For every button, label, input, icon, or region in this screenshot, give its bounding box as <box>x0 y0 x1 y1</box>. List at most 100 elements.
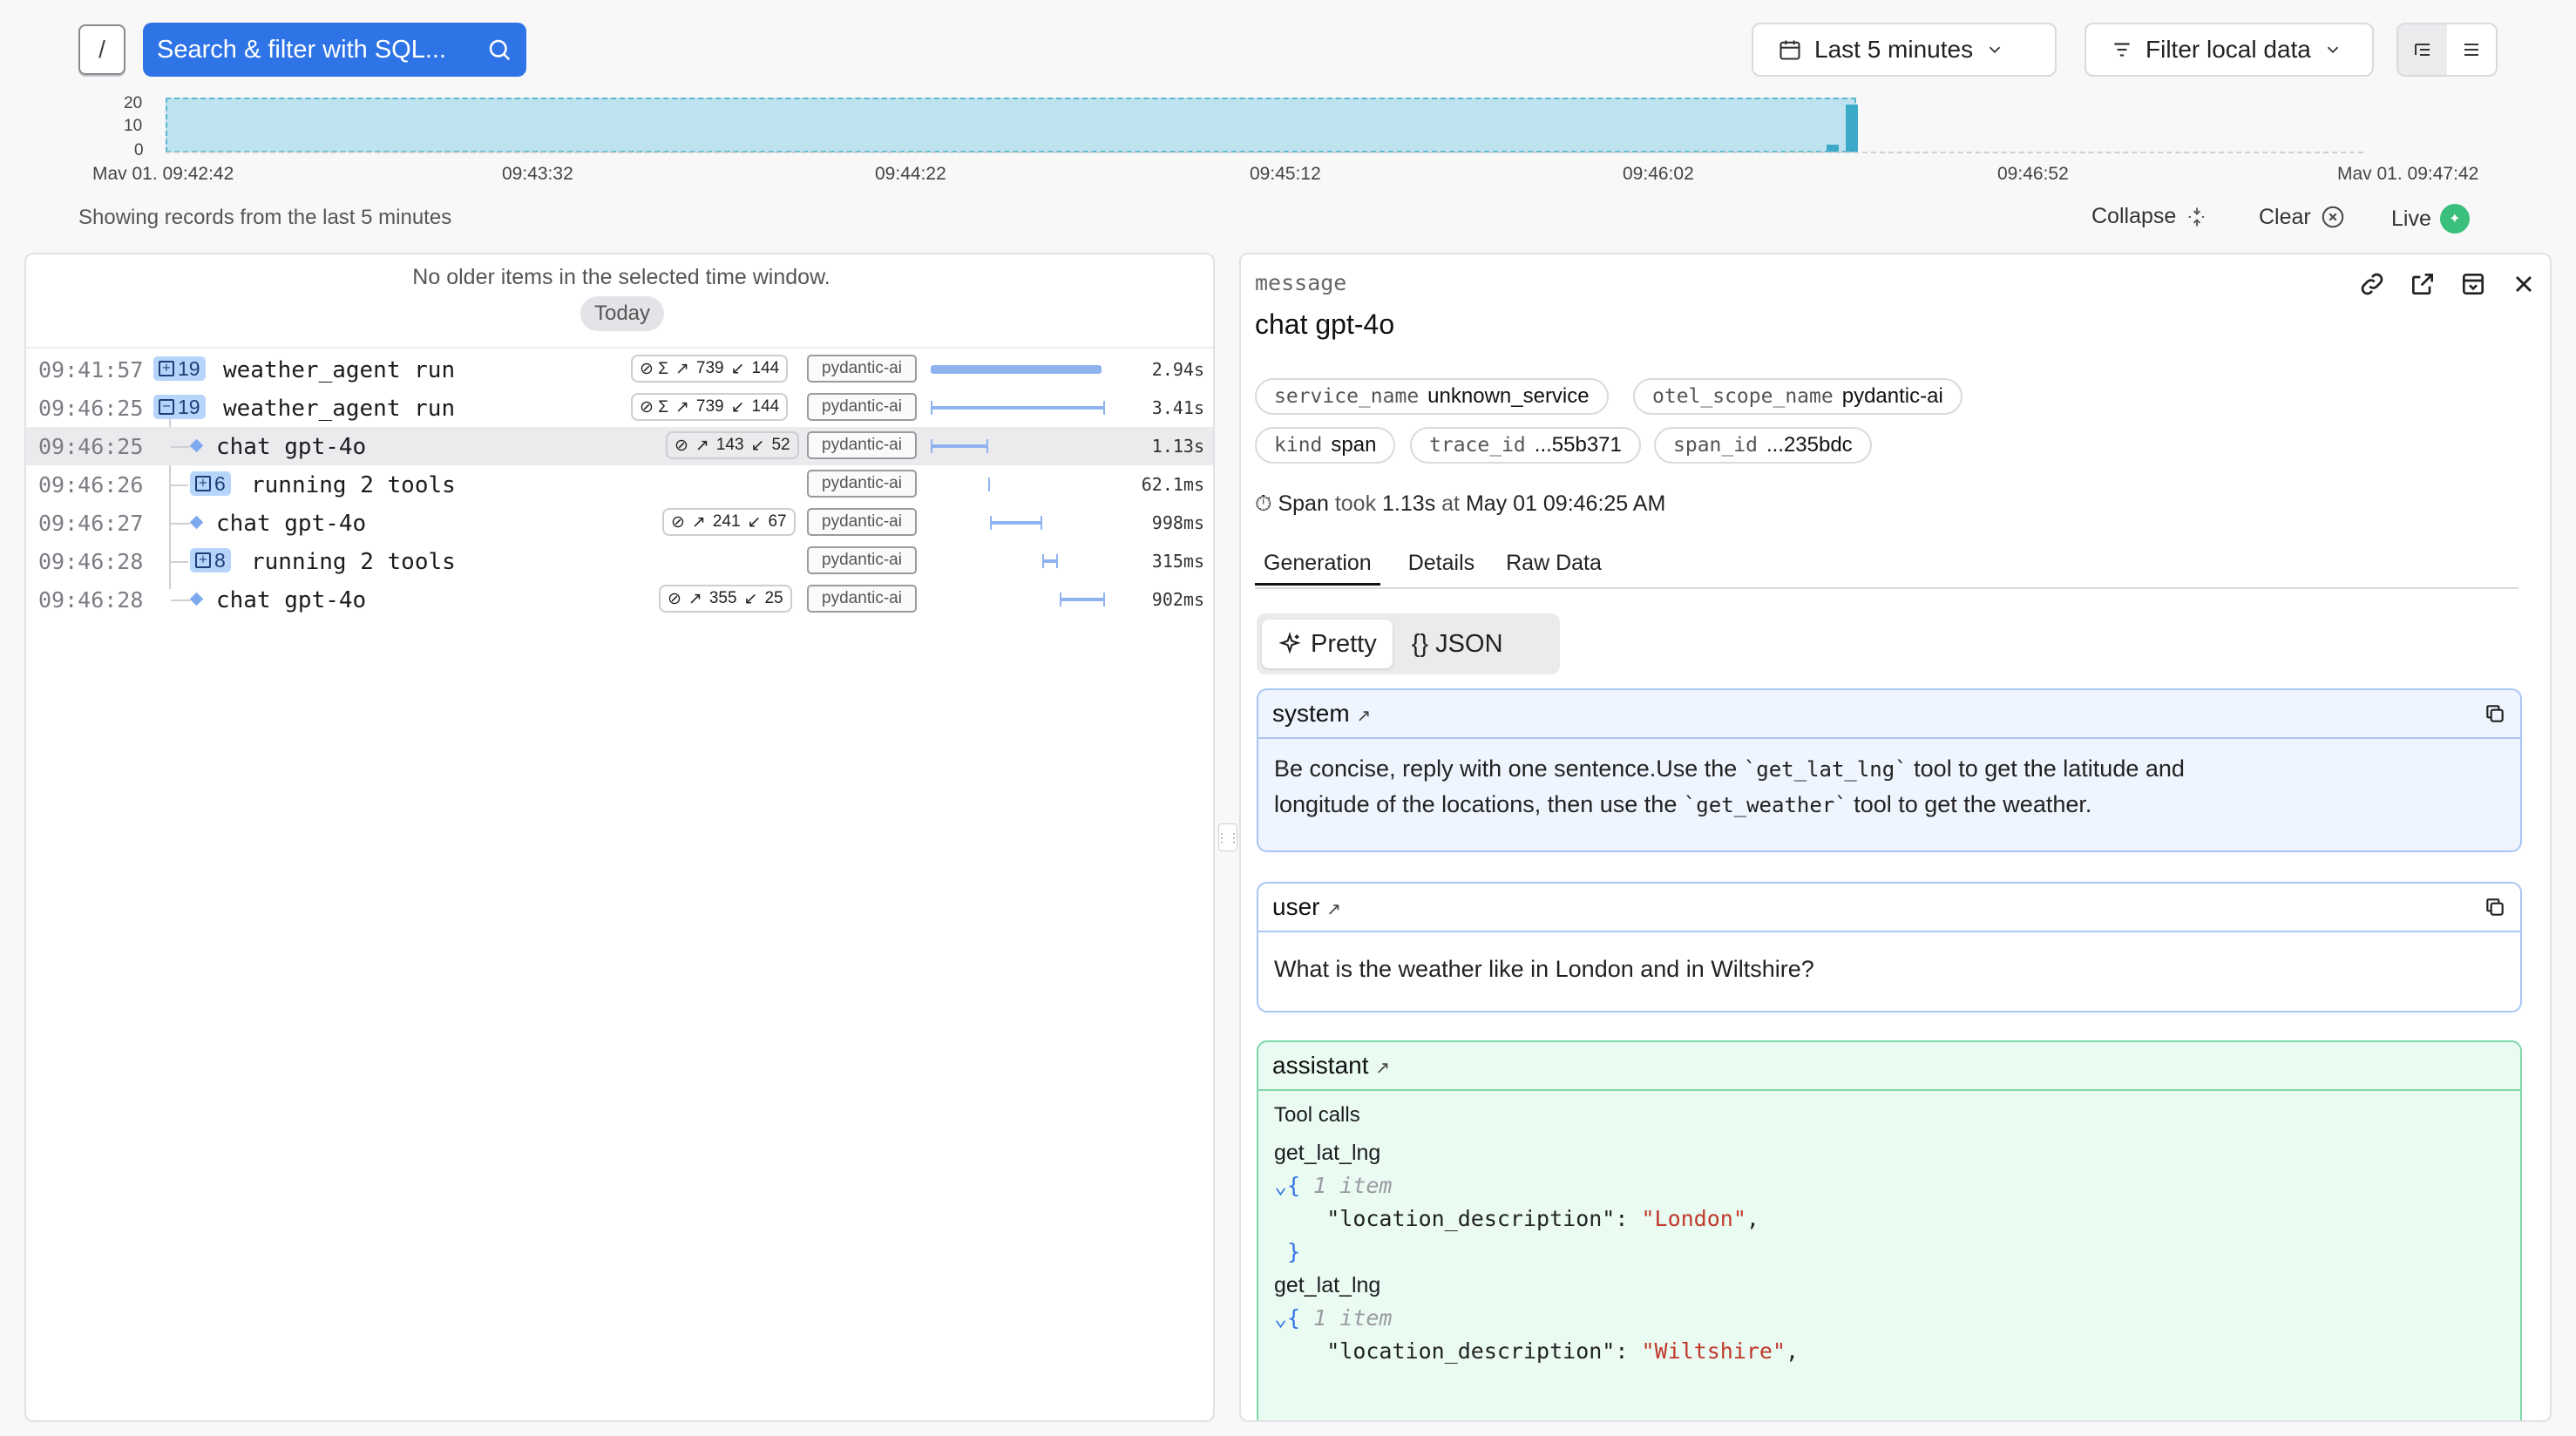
role-label: system <box>1272 700 1350 727</box>
child-count-badge[interactable]: +19 <box>153 356 206 381</box>
archive-icon[interactable] <box>2459 270 2487 298</box>
link-icon[interactable] <box>2358 270 2386 298</box>
live-indicator-icon: ✦ <box>2439 204 2470 234</box>
tab-raw-data[interactable]: Raw Data <box>1506 551 1605 586</box>
tree-connector <box>171 599 190 601</box>
scope-tag: pydantic-ai <box>807 355 917 383</box>
trace-row[interactable]: 09:46:28 +8 running 2 tools pydantic-ai … <box>26 542 1213 580</box>
span-duration-info: ⏱ Span took 1.13s at May 01 09:46:25 AM <box>1255 491 1666 516</box>
attr-trace-id: trace_id ...55b371 <box>1410 427 1641 464</box>
json-collapse-toggle[interactable]: ⌄{ 1 item <box>1274 1169 2505 1202</box>
duration-bar-cap <box>1041 516 1042 530</box>
span-title: chat gpt-4o <box>1255 308 1395 340</box>
histogram-y-tick: 0 <box>134 141 144 159</box>
histogram-y-tick: 10 <box>124 117 143 135</box>
calendar-icon <box>1779 40 1800 60</box>
row-name: running 2 tools <box>251 472 456 498</box>
attr-span-id: span_id ...235bdc <box>1654 427 1872 464</box>
view-format-toggle: Pretty {} JSON <box>1257 613 1560 674</box>
token-usage-pill: ⊘ ↗ 241 ↙ 67 <box>662 508 796 536</box>
scope-tag: pydantic-ai <box>807 546 917 574</box>
json-button[interactable]: {} JSON <box>1396 620 1519 668</box>
live-toggle[interactable]: Live ✦ <box>2391 204 2470 234</box>
tab-generation[interactable]: Generation <box>1255 551 1380 586</box>
histogram-selection-band[interactable] <box>166 98 1856 152</box>
sparkles-icon <box>1278 632 1301 654</box>
user-message-body: What is the weather like in London and i… <box>1274 956 1814 982</box>
histogram-x-tick: 09:46:02 <box>1623 164 1694 184</box>
attr-kind: kind span <box>1255 427 1396 464</box>
today-divider: Today <box>580 296 664 331</box>
trace-row[interactable]: 09:46:28 chat gpt-4o ⊘ ↗ 355 ↙ 25 pydantic-a… <box>26 580 1213 619</box>
trace-row-selected[interactable]: 09:46:25 chat gpt-4o ⊘ ↗ 143 ↙ 52 pydantic-a… <box>26 427 1213 465</box>
histogram-x-tick: 09:45:12 <box>1250 164 1321 184</box>
row-duration: 62.1ms <box>1141 474 1204 495</box>
stopwatch-icon: ⏱ <box>1255 491 1272 516</box>
row-time: 09:46:25 <box>38 434 144 459</box>
row-duration: 315ms <box>1151 551 1204 572</box>
system-message-card: system ↗ Be concise, reply with one sent… <box>1257 688 2522 852</box>
slash-shortcut-key[interactable]: / <box>78 24 125 75</box>
tree-view-button[interactable] <box>2398 24 2447 75</box>
scope-tag: pydantic-ai <box>807 431 917 459</box>
trace-row[interactable]: 09:46:26 +6 running 2 tools pydantic-ai … <box>26 465 1213 504</box>
pretty-button[interactable]: Pretty <box>1262 620 1393 668</box>
child-count-badge[interactable]: +6 <box>190 471 231 496</box>
search-button[interactable]: Search & filter with SQL... <box>143 23 526 77</box>
duration-bar-cap <box>988 478 990 491</box>
tree-connector <box>171 523 190 525</box>
duration-bar <box>1060 598 1105 601</box>
json-entry: "location_description": "Wiltshire", <box>1326 1338 1800 1364</box>
json-collapse-toggle[interactable]: ⌄{ 1 item <box>1274 1302 2505 1335</box>
close-circle-icon <box>2322 206 2343 228</box>
child-count-badge[interactable]: +8 <box>190 548 231 572</box>
tree-list-icon <box>2415 44 2430 56</box>
list-icon <box>2464 44 2478 56</box>
scope-tag: pydantic-ai <box>807 470 917 498</box>
details-header-actions <box>2358 270 2538 298</box>
tab-details[interactable]: Details <box>1408 551 1478 586</box>
copy-icon[interactable] <box>2484 702 2506 725</box>
trace-row[interactable]: 09:46:25 −19 weather_agent run ⊘ Σ ↗ 739 ↙ 1… <box>26 389 1213 427</box>
chevron-down-icon <box>1989 46 2001 54</box>
llm-icon: ⊘ <box>668 589 681 608</box>
filter-icon <box>2114 43 2130 57</box>
span-diamond-icon <box>189 592 204 606</box>
child-count-badge[interactable]: −19 <box>153 395 206 419</box>
histogram-bar <box>1827 145 1839 152</box>
filter-dropdown[interactable]: Filter local data <box>2085 23 2374 77</box>
duration-bar-cap <box>990 516 992 530</box>
json-entry: "location_description": "London", <box>1326 1206 1759 1231</box>
copy-icon[interactable] <box>2484 896 2506 918</box>
token-usage-pill: ⊘ Σ ↗ 739 ↙ 144 <box>631 393 789 421</box>
row-time: 09:46:28 <box>38 587 144 613</box>
system-message-header[interactable]: system ↗ <box>1258 690 2520 739</box>
collapse-button[interactable]: Collapse <box>2091 204 2209 229</box>
duration-bar-cap <box>931 401 932 415</box>
trace-row[interactable]: 09:46:27 chat gpt-4o ⊘ ↗ 241 ↙ 67 pydantic-a… <box>26 504 1213 542</box>
row-name: weather_agent run <box>223 396 456 422</box>
span-diamond-icon <box>189 515 204 530</box>
open-external-icon[interactable] <box>2409 270 2437 298</box>
flat-view-button[interactable] <box>2447 24 2496 75</box>
assistant-message-body: Tool calls get_lat_lng ⌄{ 1 item "locati… <box>1258 1091 2520 1380</box>
close-icon[interactable] <box>2510 270 2538 298</box>
tool-call-name: get_lat_lng <box>1274 1273 1381 1297</box>
assistant-message-header[interactable]: assistant ↗ <box>1258 1042 2520 1091</box>
user-message-header[interactable]: user ↗ <box>1258 884 2520 932</box>
chevron-down-icon <box>2327 46 2339 54</box>
clear-button[interactable]: Clear <box>2259 204 2346 230</box>
filter-label: Filter local data <box>2146 36 2311 63</box>
scope-tag: pydantic-ai <box>807 585 917 613</box>
expand-icon: + <box>159 361 174 376</box>
duration-bar-cap <box>1056 554 1058 568</box>
row-duration: 902ms <box>1151 589 1204 610</box>
histogram-x-tick: 09:46:52 <box>1997 164 2069 184</box>
trace-row[interactable]: 09:41:57 +19 weather_agent run ⊘ Σ ↗ 739 ↙ 1… <box>26 350 1213 389</box>
histogram-x-tick: Mav 01. 09:47:42 <box>2337 164 2479 184</box>
search-icon <box>489 39 511 61</box>
no-older-items-text: No older items in the selected time wind… <box>412 265 830 289</box>
tree-connector <box>171 484 188 486</box>
time-range-dropdown[interactable]: Last 5 minutes <box>1752 23 2057 77</box>
panel-resize-handle[interactable]: ⋮⋮ <box>1216 823 1240 851</box>
